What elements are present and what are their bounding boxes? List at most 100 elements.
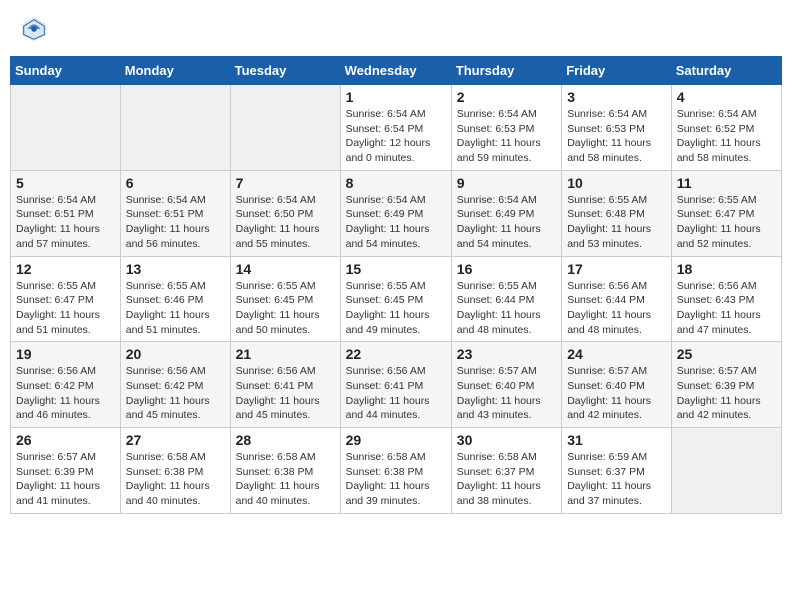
day-info: Sunrise: 6:54 AMSunset: 6:53 PMDaylight:… <box>457 107 556 166</box>
day-info: Sunrise: 6:55 AMSunset: 6:48 PMDaylight:… <box>567 193 666 252</box>
day-number: 10 <box>567 175 666 191</box>
day-info: Sunrise: 6:57 AMSunset: 6:40 PMDaylight:… <box>457 364 556 423</box>
day-info: Sunrise: 6:57 AMSunset: 6:40 PMDaylight:… <box>567 364 666 423</box>
day-number: 4 <box>677 89 776 105</box>
calendar-week-row: 5Sunrise: 6:54 AMSunset: 6:51 PMDaylight… <box>11 170 782 256</box>
day-info: Sunrise: 6:57 AMSunset: 6:39 PMDaylight:… <box>16 450 115 509</box>
calendar-cell: 17 Sunrise: 6:56 AMSunset: 6:44 PMDayligh… <box>562 256 672 342</box>
calendar-body: 1 Sunrise: 6:54 AMSunset: 6:54 PMDaylight… <box>11 85 782 514</box>
calendar-cell: 30 Sunrise: 6:58 AMSunset: 6:37 PMDayligh… <box>451 428 561 514</box>
day-number: 28 <box>236 432 335 448</box>
logo-icon <box>20 15 48 43</box>
day-number: 16 <box>457 261 556 277</box>
day-info: Sunrise: 6:56 AMSunset: 6:41 PMDaylight:… <box>346 364 446 423</box>
day-info: Sunrise: 6:59 AMSunset: 6:37 PMDaylight:… <box>567 450 666 509</box>
weekday-header-monday: Monday <box>120 57 230 85</box>
weekday-header-wednesday: Wednesday <box>340 57 451 85</box>
day-info: Sunrise: 6:56 AMSunset: 6:43 PMDaylight:… <box>677 279 776 338</box>
calendar-table: SundayMondayTuesdayWednesdayThursdayFrid… <box>10 56 782 514</box>
calendar-cell: 3 Sunrise: 6:54 AMSunset: 6:53 PMDaylight… <box>562 85 672 171</box>
calendar-cell: 4 Sunrise: 6:54 AMSunset: 6:52 PMDaylight… <box>671 85 781 171</box>
day-info: Sunrise: 6:55 AMSunset: 6:45 PMDaylight:… <box>346 279 446 338</box>
weekday-header-sunday: Sunday <box>11 57 121 85</box>
calendar-week-row: 1 Sunrise: 6:54 AMSunset: 6:54 PMDaylight… <box>11 85 782 171</box>
day-number: 27 <box>126 432 225 448</box>
weekday-header-row: SundayMondayTuesdayWednesdayThursdayFrid… <box>11 57 782 85</box>
day-number: 18 <box>677 261 776 277</box>
day-info: Sunrise: 6:55 AMSunset: 6:47 PMDaylight:… <box>16 279 115 338</box>
day-info: Sunrise: 6:54 AMSunset: 6:49 PMDaylight:… <box>346 193 446 252</box>
day-number: 11 <box>677 175 776 191</box>
calendar-cell: 31 Sunrise: 6:59 AMSunset: 6:37 PMDayligh… <box>562 428 672 514</box>
calendar-cell: 26Sunrise: 6:57 AMSunset: 6:39 PMDayligh… <box>11 428 121 514</box>
calendar-cell: 12 Sunrise: 6:55 AMSunset: 6:47 PMDayligh… <box>11 256 121 342</box>
logo <box>20 15 52 43</box>
day-info: Sunrise: 6:54 AMSunset: 6:53 PMDaylight:… <box>567 107 666 166</box>
calendar-cell: 8Sunrise: 6:54 AMSunset: 6:49 PMDaylight… <box>340 170 451 256</box>
day-info: Sunrise: 6:55 AMSunset: 6:46 PMDaylight:… <box>126 279 225 338</box>
calendar-cell: 22 Sunrise: 6:56 AMSunset: 6:41 PMDayligh… <box>340 342 451 428</box>
day-number: 25 <box>677 346 776 362</box>
day-number: 19 <box>16 346 115 362</box>
calendar-cell <box>11 85 121 171</box>
day-number: 3 <box>567 89 666 105</box>
day-info: Sunrise: 6:54 AMSunset: 6:50 PMDaylight:… <box>236 193 335 252</box>
day-number: 20 <box>126 346 225 362</box>
weekday-header-thursday: Thursday <box>451 57 561 85</box>
day-number: 14 <box>236 261 335 277</box>
day-info: Sunrise: 6:56 AMSunset: 6:42 PMDaylight:… <box>16 364 115 423</box>
day-info: Sunrise: 6:58 AMSunset: 6:37 PMDaylight:… <box>457 450 556 509</box>
day-number: 9 <box>457 175 556 191</box>
day-number: 29 <box>346 432 446 448</box>
weekday-header-tuesday: Tuesday <box>230 57 340 85</box>
day-number: 22 <box>346 346 446 362</box>
calendar-week-row: 12 Sunrise: 6:55 AMSunset: 6:47 PMDayligh… <box>11 256 782 342</box>
calendar-cell: 2 Sunrise: 6:54 AMSunset: 6:53 PMDaylight… <box>451 85 561 171</box>
day-info: Sunrise: 6:57 AMSunset: 6:39 PMDaylight:… <box>677 364 776 423</box>
calendar-cell: 20 Sunrise: 6:56 AMSunset: 6:42 PMDayligh… <box>120 342 230 428</box>
day-number: 21 <box>236 346 335 362</box>
day-number: 2 <box>457 89 556 105</box>
calendar-cell: 19 Sunrise: 6:56 AMSunset: 6:42 PMDayligh… <box>11 342 121 428</box>
calendar-cell: 1 Sunrise: 6:54 AMSunset: 6:54 PMDaylight… <box>340 85 451 171</box>
day-number: 6 <box>126 175 225 191</box>
day-info: Sunrise: 6:55 AMSunset: 6:44 PMDaylight:… <box>457 279 556 338</box>
day-info: Sunrise: 6:54 AMSunset: 6:51 PMDaylight:… <box>126 193 225 252</box>
day-info: Sunrise: 6:55 AMSunset: 6:45 PMDaylight:… <box>236 279 335 338</box>
day-info: Sunrise: 6:56 AMSunset: 6:42 PMDaylight:… <box>126 364 225 423</box>
page-header <box>10 10 782 48</box>
calendar-cell: 15 Sunrise: 6:55 AMSunset: 6:45 PMDayligh… <box>340 256 451 342</box>
calendar-cell <box>120 85 230 171</box>
calendar-cell: 18 Sunrise: 6:56 AMSunset: 6:43 PMDayligh… <box>671 256 781 342</box>
day-info: Sunrise: 6:55 AMSunset: 6:47 PMDaylight:… <box>677 193 776 252</box>
day-number: 30 <box>457 432 556 448</box>
calendar-cell: 7Sunrise: 6:54 AMSunset: 6:50 PMDaylight… <box>230 170 340 256</box>
calendar-week-row: 26Sunrise: 6:57 AMSunset: 6:39 PMDayligh… <box>11 428 782 514</box>
day-info: Sunrise: 6:54 AMSunset: 6:52 PMDaylight:… <box>677 107 776 166</box>
day-info: Sunrise: 6:54 AMSunset: 6:51 PMDaylight:… <box>16 193 115 252</box>
calendar-cell: 16 Sunrise: 6:55 AMSunset: 6:44 PMDayligh… <box>451 256 561 342</box>
calendar-cell: 21 Sunrise: 6:56 AMSunset: 6:41 PMDayligh… <box>230 342 340 428</box>
calendar-cell: 24Sunrise: 6:57 AMSunset: 6:40 PMDayligh… <box>562 342 672 428</box>
day-info: Sunrise: 6:58 AMSunset: 6:38 PMDaylight:… <box>126 450 225 509</box>
day-number: 31 <box>567 432 666 448</box>
calendar-cell: 27 Sunrise: 6:58 AMSunset: 6:38 PMDayligh… <box>120 428 230 514</box>
day-info: Sunrise: 6:58 AMSunset: 6:38 PMDaylight:… <box>346 450 446 509</box>
day-number: 12 <box>16 261 115 277</box>
day-number: 15 <box>346 261 446 277</box>
day-number: 17 <box>567 261 666 277</box>
calendar-header: SundayMondayTuesdayWednesdayThursdayFrid… <box>11 57 782 85</box>
day-info: Sunrise: 6:54 AMSunset: 6:54 PMDaylight:… <box>346 107 446 166</box>
calendar-cell: 25 Sunrise: 6:57 AMSunset: 6:39 PMDayligh… <box>671 342 781 428</box>
day-number: 1 <box>346 89 446 105</box>
day-info: Sunrise: 6:56 AMSunset: 6:44 PMDaylight:… <box>567 279 666 338</box>
day-info: Sunrise: 6:56 AMSunset: 6:41 PMDaylight:… <box>236 364 335 423</box>
calendar-cell: 29 Sunrise: 6:58 AMSunset: 6:38 PMDayligh… <box>340 428 451 514</box>
calendar-cell: 5Sunrise: 6:54 AMSunset: 6:51 PMDaylight… <box>11 170 121 256</box>
day-number: 13 <box>126 261 225 277</box>
calendar-cell: 11 Sunrise: 6:55 AMSunset: 6:47 PMDayligh… <box>671 170 781 256</box>
calendar-cell: 23Sunrise: 6:57 AMSunset: 6:40 PMDayligh… <box>451 342 561 428</box>
calendar-cell: 9Sunrise: 6:54 AMSunset: 6:49 PMDaylight… <box>451 170 561 256</box>
calendar-cell: 14 Sunrise: 6:55 AMSunset: 6:45 PMDayligh… <box>230 256 340 342</box>
calendar-cell <box>671 428 781 514</box>
